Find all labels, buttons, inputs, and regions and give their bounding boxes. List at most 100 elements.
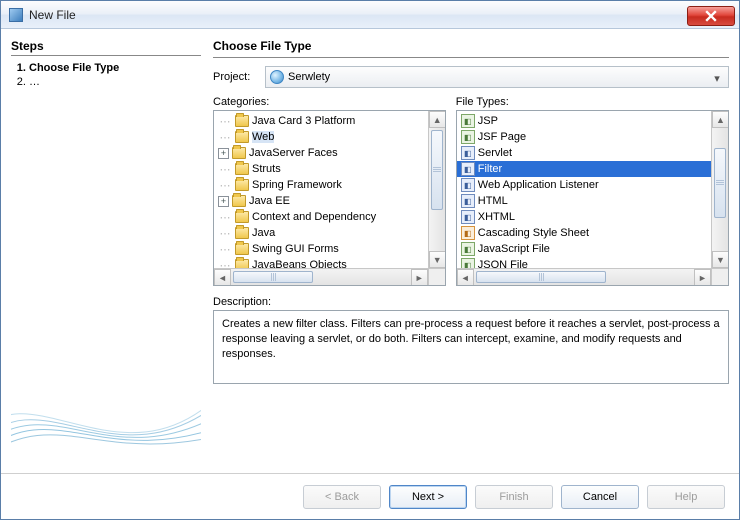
divider <box>213 57 729 58</box>
scroll-down-button[interactable]: ▼ <box>712 251 729 268</box>
next-button[interactable]: Next > <box>389 485 467 509</box>
scroll-corner <box>711 268 728 285</box>
window-title: New File <box>29 8 687 22</box>
category-item[interactable]: ⋯Struts <box>214 161 428 177</box>
category-item[interactable]: ⋯ Context and Dependency <box>214 209 428 225</box>
finish-button[interactable]: Finish <box>475 485 553 509</box>
filetype-item[interactable]: ◧HTML <box>457 193 711 209</box>
filetype-label: JavaScript File <box>478 243 550 255</box>
decorative-wave <box>11 353 201 473</box>
scroll-thumb[interactable] <box>431 130 443 210</box>
filetypes-list[interactable]: ◧JSP◧JSF Page◧Servlet◧Filter◧Web Applica… <box>456 110 729 286</box>
tree-connector-icon: ⋯ <box>218 179 232 192</box>
steps-panel: Steps Choose File Type … <box>11 37 201 473</box>
cancel-button[interactable]: Cancel <box>561 485 639 509</box>
scroll-thumb[interactable] <box>476 271 606 283</box>
category-label: Context and Dependency <box>252 211 376 223</box>
category-label: Spring Framework <box>252 179 342 191</box>
scroll-up-button[interactable]: ▲ <box>712 111 729 128</box>
scroll-right-button[interactable]: ► <box>411 269 428 286</box>
tree-connector-icon: ⋯ <box>218 259 232 269</box>
help-button[interactable]: Help <box>647 485 725 509</box>
category-item[interactable]: ⋯ Java <box>214 225 428 241</box>
content-heading: Choose File Type <box>213 39 729 53</box>
scroll-thumb[interactable] <box>714 148 726 218</box>
folder-icon <box>235 211 249 223</box>
steps-heading: Steps <box>11 39 201 53</box>
filetype-item[interactable]: ◧JSP <box>457 113 711 129</box>
scroll-up-button[interactable]: ▲ <box>429 111 446 128</box>
step-item: … <box>29 76 201 88</box>
filetype-label: Web Application Listener <box>478 179 599 191</box>
file-icon: ◧ <box>461 226 475 240</box>
filetype-item[interactable]: ◧JSON File <box>457 257 711 268</box>
category-item[interactable]: ⋯ JavaBeans Objects <box>214 257 428 268</box>
category-item[interactable]: ⋯ Spring Framework <box>214 177 428 193</box>
filetype-item[interactable]: ◧JSF Page <box>457 129 711 145</box>
scroll-down-button[interactable]: ▼ <box>429 251 446 268</box>
project-label: Project: <box>213 71 259 83</box>
filetype-item[interactable]: ◧Filter <box>457 161 711 177</box>
filetype-item[interactable]: ◧Web Application Listener <box>457 177 711 193</box>
tree-connector-icon: ⋯ <box>218 211 232 224</box>
folder-icon <box>235 259 249 268</box>
filetype-item[interactable]: ◧XHTML <box>457 209 711 225</box>
filetype-label: JSON File <box>478 259 528 268</box>
step-item: Choose File Type <box>29 62 201 74</box>
description-label: Description: <box>213 296 729 308</box>
project-row: Project: Serwlety ▾ <box>213 66 729 88</box>
folder-icon <box>232 147 246 159</box>
file-icon: ◧ <box>461 258 475 268</box>
new-file-dialog: New File Steps Choose File Type … <box>0 0 740 520</box>
category-item[interactable]: + JavaServer Faces <box>214 145 428 161</box>
steps-list: Choose File Type … <box>11 62 201 88</box>
category-item[interactable]: +Java EE <box>214 193 428 209</box>
filetype-item[interactable]: ◧Servlet <box>457 145 711 161</box>
expand-icon[interactable]: + <box>218 148 229 159</box>
file-icon: ◧ <box>461 242 475 256</box>
filetype-label: JSP <box>478 115 498 127</box>
close-button[interactable] <box>687 6 735 26</box>
filetype-label: Servlet <box>478 147 512 159</box>
globe-icon <box>270 70 284 84</box>
file-icon: ◧ <box>461 194 475 208</box>
close-icon <box>705 10 717 22</box>
chevron-down-icon: ▾ <box>710 71 724 85</box>
category-label: JavaBeans Objects <box>252 259 347 268</box>
folder-icon <box>235 163 249 175</box>
scrollbar-horizontal[interactable]: ◄ ► <box>457 268 711 285</box>
category-label: JavaServer Faces <box>249 147 338 159</box>
tree-connector-icon: ⋯ <box>218 115 232 128</box>
scroll-thumb[interactable] <box>233 271 313 283</box>
scrollbar-vertical[interactable]: ▲ ▼ <box>711 111 728 268</box>
folder-icon <box>232 195 246 207</box>
tree-connector-icon: ⋯ <box>218 227 232 240</box>
project-combobox[interactable]: Serwlety ▾ <box>265 66 729 88</box>
category-item[interactable]: ⋯Swing GUI Forms <box>214 241 428 257</box>
content-panel: Choose File Type Project: Serwlety ▾ Cat… <box>213 37 729 473</box>
scroll-right-button[interactable]: ► <box>694 269 711 286</box>
scrollbar-vertical[interactable]: ▲ ▼ <box>428 111 445 268</box>
category-item[interactable]: ⋯Web <box>214 129 428 145</box>
scrollbar-horizontal[interactable]: ◄ ► <box>214 268 428 285</box>
scroll-left-button[interactable]: ◄ <box>457 269 474 286</box>
title-bar[interactable]: New File <box>1 1 739 29</box>
filetype-item[interactable]: ◧Cascading Style Sheet <box>457 225 711 241</box>
expand-icon[interactable]: + <box>218 196 229 207</box>
filetype-label: JSF Page <box>478 131 526 143</box>
divider <box>11 55 201 56</box>
categories-tree[interactable]: ⋯Java Card 3 Platform⋯Web + JavaServer Fac… <box>213 110 446 286</box>
project-value: Serwlety <box>288 71 330 83</box>
filetype-label: XHTML <box>478 211 515 223</box>
category-item[interactable]: ⋯Java Card 3 Platform <box>214 113 428 129</box>
scroll-left-button[interactable]: ◄ <box>214 269 231 286</box>
file-icon: ◧ <box>461 130 475 144</box>
tree-connector-icon: ⋯ <box>218 131 232 144</box>
back-button[interactable]: < Back <box>303 485 381 509</box>
category-label: Swing GUI Forms <box>252 243 339 255</box>
filetype-label: Cascading Style Sheet <box>478 227 589 239</box>
category-label: Java <box>252 227 275 239</box>
file-icon: ◧ <box>461 210 475 224</box>
filetype-item[interactable]: ◧JavaScript File <box>457 241 711 257</box>
tree-connector-icon: ⋯ <box>218 163 232 176</box>
